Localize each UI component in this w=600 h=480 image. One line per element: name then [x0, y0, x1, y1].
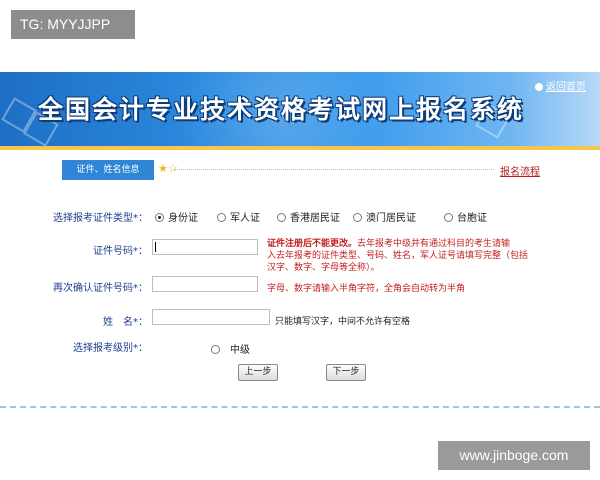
radio-taiwan[interactable]: 台胞证 [444, 209, 487, 224]
confirm-id-label: 再次确认证件号码*： [53, 283, 148, 294]
system-title: 全国会计专业技术资格考试网上报名系统 [38, 95, 525, 124]
level-label: 选择报考级别*： [73, 343, 148, 354]
radio-id-card[interactable]: 身份证 [155, 209, 198, 224]
radio-label: 中级 [230, 345, 250, 356]
confirm-id-note: 字母、数字请输入半角字符，全角会自动转为半角 [267, 284, 466, 294]
next-button[interactable]: 下一步 [326, 364, 366, 381]
radio-military[interactable]: 军人证 [217, 209, 260, 224]
id-note-line2: 入去年报考的证件类型、号码、姓名，军人证号请填写完整（包括 [267, 251, 529, 261]
radio-icon [211, 345, 220, 354]
id-note-line3: 汉字、数字、字母等全称）。 [267, 263, 380, 273]
radio-icon [444, 213, 453, 222]
radio-label: 军人证 [230, 213, 260, 224]
radio-label: 身份证 [168, 213, 198, 224]
dotted-divider [174, 169, 494, 170]
home-link[interactable]: 返回首页 [535, 78, 586, 93]
id-note-line1: 去年报考中级并有通过科目的考生请输 [357, 239, 511, 249]
banner-divider [0, 146, 600, 150]
site-watermark: www.jinboge.com [438, 441, 590, 470]
radio-icon [217, 213, 226, 222]
radio-icon [353, 213, 362, 222]
radio-selected-icon [155, 213, 164, 222]
id-note-bold: 证件注册后不能更改。 [267, 239, 358, 249]
radio-label: 香港居民证 [290, 213, 340, 224]
radio-label: 澳门居民证 [366, 213, 416, 224]
name-input[interactable] [152, 309, 270, 325]
id-type-label: 选择报考证件类型*： [53, 213, 148, 224]
name-note: 只能填写汉字，中间不允许有空格 [275, 317, 411, 327]
tab-row: 证件、姓名信息 ★☆ 报名流程 [62, 160, 540, 180]
confirm-id-input[interactable] [152, 276, 258, 292]
footer-divider [0, 406, 600, 408]
radio-icon [277, 213, 286, 222]
home-icon [535, 83, 543, 91]
home-link-label: 返回首页 [546, 82, 586, 93]
id-number-label: 证件号码*： [93, 246, 148, 257]
id-number-input[interactable] [152, 239, 258, 255]
radio-macau[interactable]: 澳门居民证 [353, 209, 416, 224]
tab-id-info[interactable]: 证件、姓名信息 [62, 160, 154, 180]
process-link[interactable]: 报名流程 [500, 163, 540, 178]
radio-label: 台胞证 [457, 213, 487, 224]
radio-hongkong[interactable]: 香港居民证 [277, 209, 340, 224]
header-banner: 全国会计专业技术资格考试网上报名系统 返回首页 [0, 72, 600, 146]
tg-watermark: TG: MYYJJPP [11, 10, 135, 39]
name-label: 姓 名*： [103, 317, 148, 328]
prev-button[interactable]: 上一步 [238, 364, 278, 381]
radio-level-intermediate[interactable]: 中级 [211, 341, 250, 356]
id-number-note: 证件注册后不能更改。去年报考中级并有通过科目的考生请输 入去年报考的证件类型、号… [267, 238, 547, 274]
